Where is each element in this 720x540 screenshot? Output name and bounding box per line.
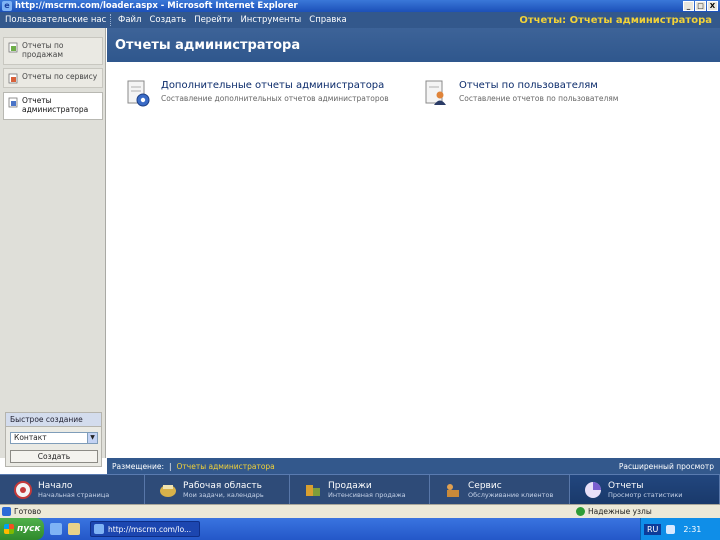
module-subtitle: Просмотр статистики — [608, 490, 683, 499]
menu-help[interactable]: Справка — [309, 15, 346, 25]
nav-item-label: Отчеты по сервису — [22, 72, 98, 81]
module-service[interactable]: Сервис Обслуживание клиентов — [430, 475, 570, 505]
quicklaunch-explorer-icon[interactable] — [68, 523, 80, 535]
service-icon — [447, 484, 459, 497]
sales-report-icon — [8, 42, 18, 53]
security-zone: Надежные узлы — [588, 507, 652, 516]
left-navigation-pane: Отчеты по продажам Отчеты по сервису Отч… — [0, 28, 106, 467]
report-description: Составление отчетов по пользователям — [459, 94, 619, 103]
module-home[interactable]: Начало Начальная страница — [0, 475, 145, 505]
module-bar: Начало Начальная страница Рабочая област… — [0, 474, 720, 505]
start-button[interactable]: пуск — [0, 518, 44, 540]
minimize-button[interactable]: _ — [683, 1, 694, 11]
internet-explorer-icon — [94, 524, 104, 534]
module-name: Сервис — [468, 480, 502, 491]
module-workplace[interactable]: Рабочая область Мои задачи, календарь — [145, 475, 290, 505]
quick-create-button[interactable]: Создать — [10, 450, 98, 463]
admin-report-icon — [8, 97, 18, 108]
maximize-button[interactable]: □ — [695, 1, 706, 11]
menu-tools[interactable]: Инструменты — [240, 15, 301, 25]
report-users[interactable]: Отчеты по пользователям Составление отче… — [423, 78, 618, 108]
clock: 2:31 — [683, 524, 702, 534]
page-status-icon — [2, 507, 11, 516]
nav-item-admin-reports[interactable]: Отчеты администратора — [3, 92, 103, 120]
status-text: Готово — [14, 507, 42, 516]
nav-item-sales-reports[interactable]: Отчеты по продажам — [3, 37, 103, 65]
module-name: Рабочая область — [183, 480, 262, 491]
nav-item-label: Отчеты по продажам — [22, 41, 64, 59]
advanced-view-link[interactable]: Расширенный просмотр — [619, 462, 714, 471]
admin-reports-gear-icon — [127, 80, 150, 107]
location-separator: | — [168, 461, 172, 471]
breadcrumb[interactable]: Отчеты администратора — [177, 462, 275, 471]
module-subtitle: Обслуживание клиентов — [468, 490, 554, 499]
task-label: http://mscrm.com/lo... — [108, 524, 192, 534]
user-settings-menu[interactable]: Пользовательские настр — [0, 15, 106, 25]
user-reports-icon — [425, 80, 446, 105]
report-title[interactable]: Отчеты по пользователям — [459, 80, 618, 91]
service-report-icon — [8, 73, 18, 84]
home-icon — [14, 481, 32, 499]
nav-item-service-reports[interactable]: Отчеты по сервису — [3, 68, 103, 88]
windows-taskbar: пуск http://mscrm.com/lo... RU 2:31 — [0, 518, 720, 540]
taskbar-window-button[interactable]: http://mscrm.com/lo... — [90, 521, 200, 537]
internet-explorer-icon: e — [2, 1, 12, 11]
quick-create-panel: Быстрое создание Контакт ▼ Создать — [5, 412, 102, 467]
menu-go[interactable]: Перейти — [194, 15, 232, 25]
reports-icon — [585, 482, 601, 498]
location-bar: Размещение: | Отчеты администратора Расш… — [107, 458, 720, 474]
browser-title-bar: e http://mscrm.com/loader.aspx - Microso… — [0, 0, 720, 12]
quicklaunch-ie-icon[interactable] — [50, 523, 62, 535]
module-subtitle: Начальная страница — [38, 490, 110, 499]
network-icon[interactable] — [666, 524, 676, 534]
location-label: Размещение: — [112, 461, 164, 471]
nav-item-label: Отчеты администратора — [22, 96, 89, 114]
report-admin-additional[interactable]: Дополнительные отчеты администратора Сос… — [125, 78, 389, 108]
workplace-icon — [160, 485, 176, 497]
chevron-down-icon[interactable]: ▼ — [87, 433, 97, 443]
window-title: http://mscrm.com/loader.aspx - Microsoft… — [15, 1, 298, 11]
module-reports[interactable]: Отчеты Просмотр статистики — [570, 475, 720, 505]
module-subtitle: Мои задачи, календарь — [183, 490, 264, 499]
menu-create[interactable]: Создать — [149, 15, 186, 25]
start-label: пуск — [17, 524, 41, 534]
menu-separator — [110, 14, 112, 26]
quick-create-select-value: Контакт — [14, 433, 47, 442]
module-name: Продажи — [328, 480, 372, 491]
language-indicator[interactable]: RU — [644, 523, 662, 535]
browser-status-bar: Готово Надежные узлы — [0, 504, 720, 518]
system-tray: RU 2:31 — [640, 518, 720, 540]
quick-create-title: Быстрое создание — [6, 413, 101, 427]
quick-create-select[interactable]: Контакт ▼ — [10, 432, 98, 444]
module-subtitle: Интенсивная продажа — [328, 490, 406, 499]
module-name: Отчеты — [608, 480, 644, 491]
module-name: Начало — [38, 480, 73, 491]
section-title: Отчеты: Отчеты администратора — [519, 14, 712, 26]
main-content: Дополнительные отчеты администратора Сос… — [107, 62, 720, 456]
page-title: Отчеты администратора — [107, 28, 720, 62]
module-sales[interactable]: Продажи Интенсивная продажа — [290, 475, 430, 505]
report-description: Составление дополнительных отчетов админ… — [161, 94, 389, 103]
windows-flag-icon — [4, 524, 14, 534]
menu-file[interactable]: Файл — [118, 15, 141, 25]
sales-icon — [306, 485, 320, 496]
report-title[interactable]: Дополнительные отчеты администратора — [161, 80, 389, 91]
close-button[interactable]: X — [707, 1, 718, 11]
window-controls: _ □ X — [683, 1, 718, 11]
app-menu-bar: Пользовательские настр Файл Создать Пере… — [0, 12, 720, 28]
trusted-zone-icon — [576, 507, 585, 516]
